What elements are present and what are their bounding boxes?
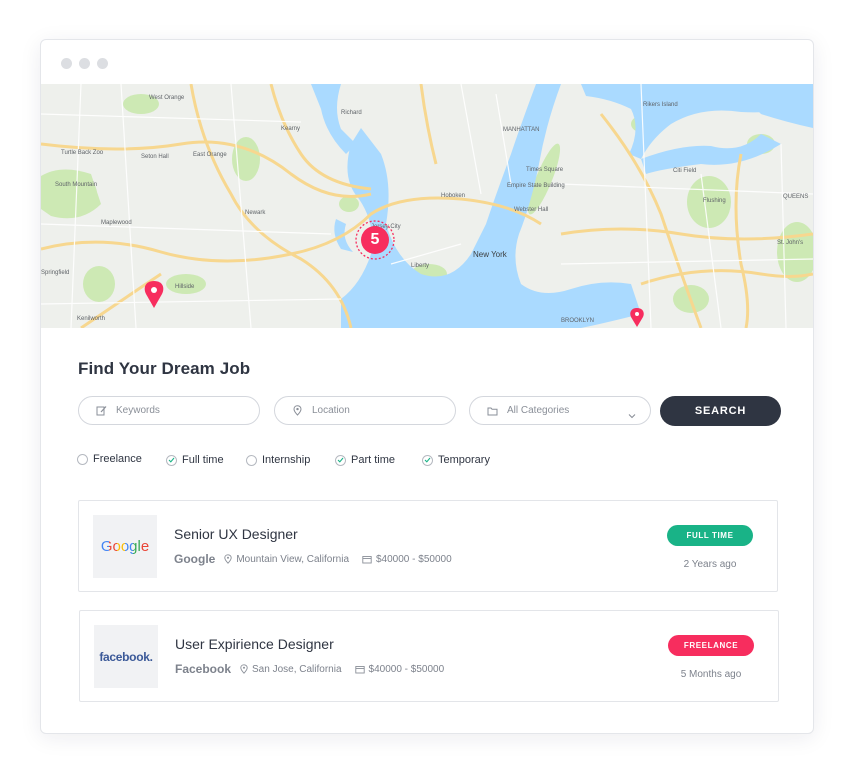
filter-checkbox[interactable] — [246, 454, 257, 466]
chevron-down-icon[interactable] — [628, 406, 636, 424]
check-icon — [337, 457, 344, 463]
svg-text:Newark: Newark — [245, 210, 266, 216]
location-pin-icon — [224, 554, 232, 564]
wallet-icon — [354, 665, 365, 673]
svg-text:BROOKLYN: BROOKLYN — [561, 318, 594, 324]
posted-time: 5 Months ago — [680, 669, 742, 680]
job-salary: $40000 - $50000 — [354, 663, 445, 675]
filter-checkbox-checked[interactable] — [335, 454, 346, 466]
category-select[interactable]: All Categories — [469, 396, 651, 425]
wallet-icon — [362, 555, 372, 563]
company-name: Google — [174, 552, 216, 566]
browser-window: West Orange Turtle Back Zoo Seton Hall E… — [40, 39, 814, 734]
svg-text:Hoboken: Hoboken — [441, 193, 465, 199]
job-title[interactable]: User Expirience Designer — [175, 636, 334, 652]
svg-text:Seton Hall: Seton Hall — [141, 154, 169, 160]
svg-text:Rikers Island: Rikers Island — [643, 102, 678, 108]
svg-text:West Orange: West Orange — [149, 95, 185, 101]
svg-text:Richard: Richard — [341, 110, 362, 116]
window-dot-close[interactable] — [61, 58, 72, 69]
keywords-field[interactable] — [78, 396, 260, 425]
filter-label: Part time — [351, 454, 396, 466]
svg-text:Hillside: Hillside — [175, 284, 195, 290]
search-button[interactable]: SEARCH — [660, 396, 781, 426]
svg-text:Liberty: Liberty — [411, 263, 429, 269]
job-type-badge: FULL TIME — [667, 525, 753, 546]
location-field[interactable] — [274, 396, 456, 425]
filter-checkbox-checked[interactable] — [422, 454, 433, 466]
job-title[interactable]: Senior UX Designer — [174, 526, 298, 542]
svg-text:Flushing: Flushing — [703, 198, 726, 204]
svg-text:Webster Hall: Webster Hall — [514, 207, 548, 213]
job-location-text: Mountain View, California — [236, 553, 349, 565]
category-selected-value: All Categories — [507, 405, 570, 416]
map-cluster-count[interactable]: 5 — [361, 228, 389, 252]
filter-label: Freelance — [93, 453, 142, 465]
folder-icon — [486, 405, 498, 417]
job-map[interactable]: West Orange Turtle Back Zoo Seton Hall E… — [41, 84, 813, 328]
svg-text:New York: New York — [473, 250, 508, 259]
filter-label: Internship — [262, 454, 311, 466]
edit-icon — [95, 405, 107, 417]
job-card[interactable]: facebook. User Expirience Designer Faceb… — [79, 610, 779, 702]
window-titlebar — [41, 40, 813, 84]
window-dot-maximize[interactable] — [97, 58, 108, 69]
job-meta: Facebook San Jose, California $40000 - $… — [175, 662, 457, 676]
svg-text:South Mountain: South Mountain — [55, 182, 97, 188]
filter-checkbox-checked[interactable] — [166, 454, 177, 466]
svg-text:Citi Field: Citi Field — [673, 168, 696, 174]
keywords-input[interactable] — [116, 405, 236, 416]
svg-text:Springfield: Springfield — [41, 270, 69, 276]
svg-text:Kenilworth: Kenilworth — [77, 316, 105, 322]
svg-text:Maplewood: Maplewood — [101, 220, 132, 226]
job-card[interactable]: Google Senior UX Designer Google Mountai… — [78, 500, 778, 592]
google-logo-text: Google — [100, 538, 150, 555]
location-input[interactable] — [312, 405, 432, 416]
job-location-text: San Jose, California — [252, 663, 342, 675]
filter-checkbox[interactable] — [77, 453, 88, 465]
job-location: Mountain View, California — [224, 554, 349, 565]
svg-text:Turtle Back Zoo: Turtle Back Zoo — [61, 150, 104, 156]
posted-time: 2 Years ago — [683, 559, 737, 570]
filter-freelance[interactable]: Freelance — [77, 453, 142, 465]
check-icon — [424, 457, 431, 463]
facebook-logo-text: facebook. — [99, 649, 153, 664]
location-pin-icon — [240, 664, 248, 674]
svg-text:Empire State Building: Empire State Building — [507, 183, 565, 189]
page-title: Find Your Dream Job — [78, 359, 251, 378]
filter-label: Full time — [182, 454, 224, 466]
filter-temporary[interactable]: Temporary — [422, 454, 490, 466]
job-salary-text: $40000 - $50000 — [376, 553, 452, 565]
job-salary: $40000 - $50000 — [362, 554, 452, 565]
svg-text:Kearny: Kearny — [281, 126, 300, 132]
filter-part-time[interactable]: Part time — [335, 454, 395, 466]
map-canvas[interactable]: West Orange Turtle Back Zoo Seton Hall E… — [41, 84, 813, 328]
company-logo: Google — [93, 515, 157, 578]
window-dot-minimize[interactable] — [79, 58, 90, 69]
filter-internship[interactable]: Internship — [246, 454, 310, 466]
svg-text:East Orange: East Orange — [193, 152, 227, 158]
svg-text:St. John's: St. John's — [777, 240, 803, 246]
job-location: San Jose, California — [240, 664, 342, 675]
company-logo: facebook. — [94, 625, 158, 688]
svg-text:MANHATTAN: MANHATTAN — [503, 127, 539, 133]
company-name: Facebook — [175, 662, 232, 676]
location-pin-icon — [291, 405, 303, 417]
svg-text:QUEENS: QUEENS — [783, 194, 808, 200]
job-type-badge: FREELANCE — [668, 635, 754, 656]
job-meta: Google Mountain View, California $40000 … — [174, 552, 465, 566]
svg-text:Times Square: Times Square — [526, 167, 564, 173]
check-icon — [168, 457, 175, 463]
filter-label: Temporary — [438, 454, 490, 466]
filter-full-time[interactable]: Full time — [166, 454, 224, 466]
job-salary-text: $40000 - $50000 — [368, 663, 445, 675]
